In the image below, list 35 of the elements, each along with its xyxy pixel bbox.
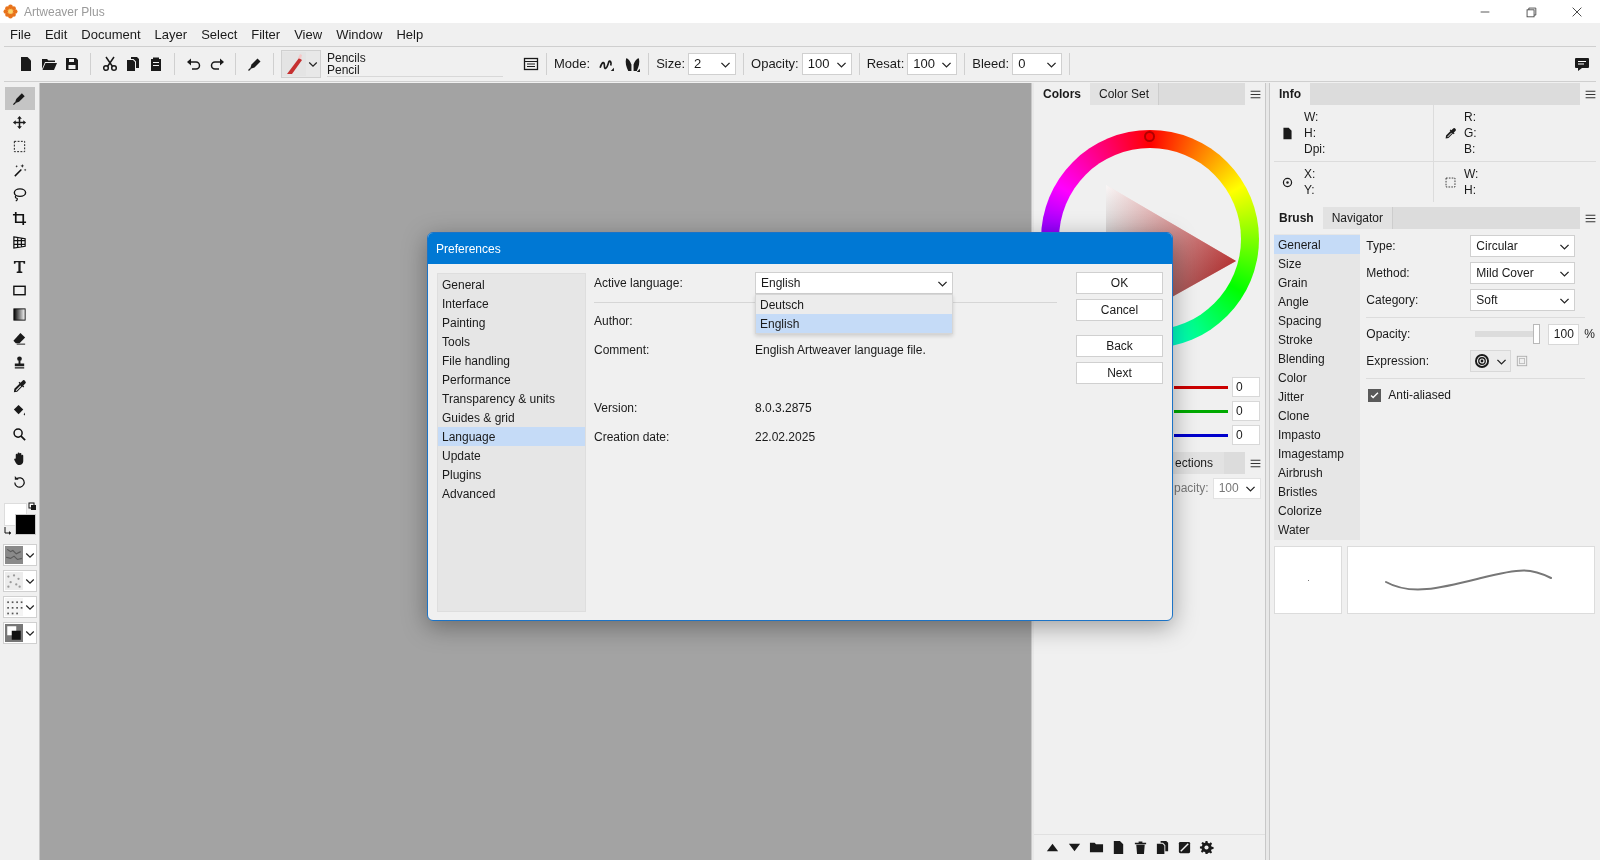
- info-label: Dpi:: [1304, 141, 1326, 157]
- info-label: W:: [1304, 109, 1320, 125]
- dialog-title: Preferences: [428, 233, 1172, 264]
- property-label: Category:: [1366, 292, 1420, 309]
- info-label: R:: [1464, 109, 1477, 125]
- window-title: Artweaver Plus: [24, 3, 105, 21]
- field-label: Creation date:: [594, 429, 671, 446]
- info-label: H:: [1304, 125, 1317, 141]
- field-label: Size:: [656, 55, 686, 74]
- info-label: X:: [1304, 166, 1316, 182]
- unit-label: %: [1584, 326, 1595, 343]
- field-value: 22.02.2025: [755, 429, 816, 446]
- field-label: Comment:: [594, 342, 651, 359]
- field-label: Author:: [594, 313, 634, 330]
- field-label: Active language:: [594, 275, 684, 292]
- brush-category: Pencils: [327, 51, 367, 64]
- property-label: Type:: [1366, 238, 1397, 255]
- field-value: 8.0.3.2875: [755, 400, 812, 417]
- checkbox-label: Anti-aliased: [1388, 387, 1452, 404]
- field-label: Resat:: [866, 55, 905, 74]
- mode-label: Mode:: [554, 55, 591, 74]
- layer-opacity-label: pacity:: [1174, 480, 1209, 497]
- field-label: Bleed:: [972, 55, 1010, 74]
- property-label: Expression:: [1366, 353, 1431, 370]
- field-label: Version:: [594, 400, 639, 417]
- info-label: H:: [1464, 182, 1477, 198]
- info-label: Y:: [1304, 182, 1316, 198]
- field-label: Opacity:: [751, 55, 799, 74]
- field-value: English Artweaver language file.: [755, 342, 926, 359]
- info-label: W:: [1464, 166, 1479, 182]
- brush-name: Pencil: [327, 63, 361, 76]
- property-label: Method:: [1366, 265, 1411, 282]
- info-label: B:: [1464, 141, 1477, 157]
- info-label: G:: [1464, 125, 1477, 141]
- property-label: Opacity:: [1366, 326, 1412, 343]
